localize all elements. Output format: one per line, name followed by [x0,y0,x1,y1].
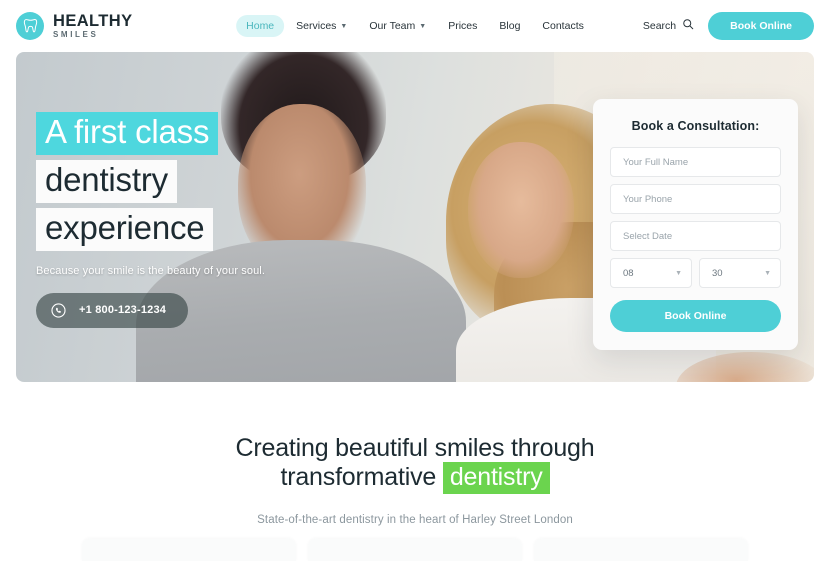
nav-item-home[interactable]: Home [236,15,285,37]
minute-select[interactable]: 30 ▼ [699,258,781,288]
heading-highlight: dentistry [442,462,550,495]
hour-select[interactable]: 08 ▼ [610,258,692,288]
chevron-down-icon: ▼ [340,22,348,30]
section-subtitle: State-of-the-art dentistry in the heart … [257,513,573,526]
site-header: HEALTHY SMILES Home Services ▼ Our Team … [0,0,830,52]
feature-cards-row [0,539,830,561]
nav-item-prices[interactable]: Prices [438,15,487,37]
search-icon[interactable] [682,17,694,35]
chevron-down-icon: ▼ [764,269,771,277]
booking-form-title: Book a Consultation: [631,119,760,133]
book-online-submit-button[interactable]: Book Online [610,300,781,332]
phone-icon [50,302,67,319]
headline-line-3: experience [36,207,265,251]
full-name-input[interactable] [610,147,781,177]
hour-value: 08 [623,267,634,279]
nav-label: Our Team [369,20,416,32]
booking-form-card: Book a Consultation: 08 ▼ 30 ▼ Book Onli… [593,99,798,350]
phone-input[interactable] [610,184,781,214]
main-navigation: Home Services ▼ Our Team ▼ Prices Blog C… [236,15,594,37]
nav-label: Contacts [542,20,584,32]
book-online-header-button[interactable]: Book Online [708,12,814,40]
chevron-down-icon: ▼ [419,22,427,30]
hero-subtitle: Because your smile is the beauty of your… [36,264,265,277]
hero-photo-woman-face [468,142,574,278]
feature-card[interactable] [534,539,748,561]
nav-label: Prices [448,20,478,32]
search-trigger[interactable]: Search [643,17,694,35]
brand-tagline: SMILES [53,30,99,40]
heading-line-1: Creating beautiful smiles through [235,434,595,462]
date-input[interactable] [610,221,781,251]
heading-line-2: transformative [280,463,437,492]
chevron-down-icon: ▼ [675,269,682,277]
headline-text: A first class [36,112,219,155]
search-label: Search [642,20,677,32]
feature-card[interactable] [308,539,522,561]
tooth-icon [16,12,44,40]
intro-section: Creating beautiful smiles through transf… [0,382,830,526]
headline-text: experience [36,207,214,251]
minute-value: 30 [712,267,723,279]
section-heading: Creating beautiful smiles through transf… [0,434,830,495]
time-selectors: 08 ▼ 30 ▼ [610,258,781,288]
brand-name: HEALTHY [53,11,133,30]
nav-item-contacts[interactable]: Contacts [532,15,593,37]
nav-label: Home [246,20,275,32]
headline-line-1: A first class [36,112,265,155]
phone-number: +1 800-123-1234 [79,304,167,317]
nav-label: Services [296,20,337,32]
nav-item-blog[interactable]: Blog [489,15,530,37]
headline-line-2: dentistry [36,159,265,203]
nav-item-our-team[interactable]: Our Team ▼ [359,15,436,37]
hero-content: A first class dentistry experience Becau… [36,112,265,328]
phone-call-button[interactable]: +1 800-123-1234 [36,292,189,328]
nav-item-services[interactable]: Services ▼ [286,15,357,37]
header-actions: Search Book Online [643,12,814,40]
hero-banner: A first class dentistry experience Becau… [16,52,814,382]
nav-label: Blog [499,20,521,32]
headline-text: dentistry [36,159,177,203]
feature-card[interactable] [82,539,296,561]
logo[interactable]: HEALTHY SMILES [16,12,133,40]
